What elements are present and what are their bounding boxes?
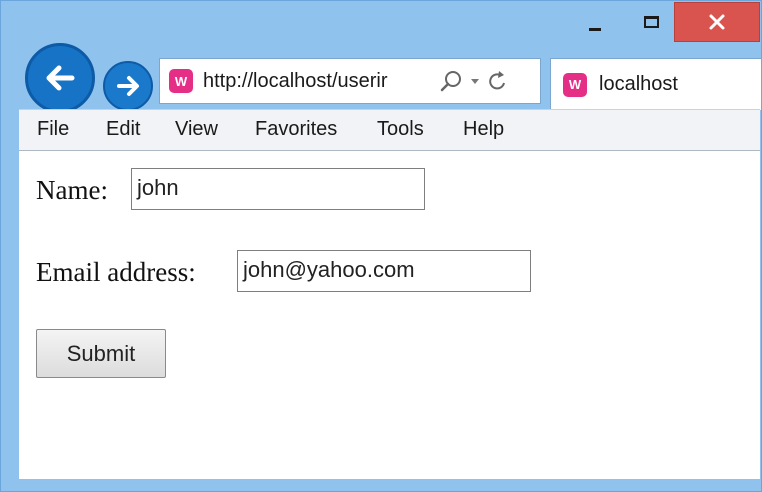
tab-title: localhost (599, 73, 678, 95)
dropdown-icon[interactable] (469, 69, 481, 93)
close-icon (709, 14, 725, 30)
minimize-button[interactable] (573, 2, 617, 42)
minimize-icon (589, 27, 601, 31)
menu-bar: File Edit View Favorites Tools Help (19, 109, 760, 151)
menu-tools[interactable]: Tools (377, 118, 424, 141)
refresh-icon[interactable] (487, 69, 509, 93)
tab-favicon-icon: W (563, 72, 587, 97)
name-input[interactable]: john (131, 168, 425, 210)
email-label: Email address: (36, 257, 196, 287)
page-content: Name: john Email address: john@yahoo.com… (19, 151, 760, 479)
maximize-button[interactable] (629, 2, 673, 42)
search-icon[interactable] (439, 69, 463, 93)
menu-file[interactable]: File (37, 118, 69, 141)
forward-button[interactable] (103, 61, 153, 111)
site-favicon-icon: W (169, 69, 193, 93)
close-button[interactable] (674, 2, 760, 42)
back-button[interactable] (25, 43, 95, 113)
menu-favorites[interactable]: Favorites (255, 118, 337, 141)
maximize-icon (643, 16, 659, 28)
menu-edit[interactable]: Edit (106, 118, 140, 141)
submit-button[interactable]: Submit (36, 329, 166, 378)
address-bar[interactable]: W http://localhost/userir (159, 58, 541, 104)
menu-view[interactable]: View (175, 118, 218, 141)
back-arrow-icon (46, 65, 75, 91)
menu-help[interactable]: Help (463, 118, 504, 141)
browser-window: W http://localhost/userir W localhost Fi… (0, 0, 762, 492)
forward-arrow-icon (117, 76, 139, 96)
url-text[interactable]: http://localhost/userir (203, 70, 431, 93)
email-input[interactable]: john@yahoo.com (237, 250, 531, 292)
tab-localhost[interactable]: W localhost (550, 58, 762, 110)
name-label: Name: (36, 175, 108, 205)
